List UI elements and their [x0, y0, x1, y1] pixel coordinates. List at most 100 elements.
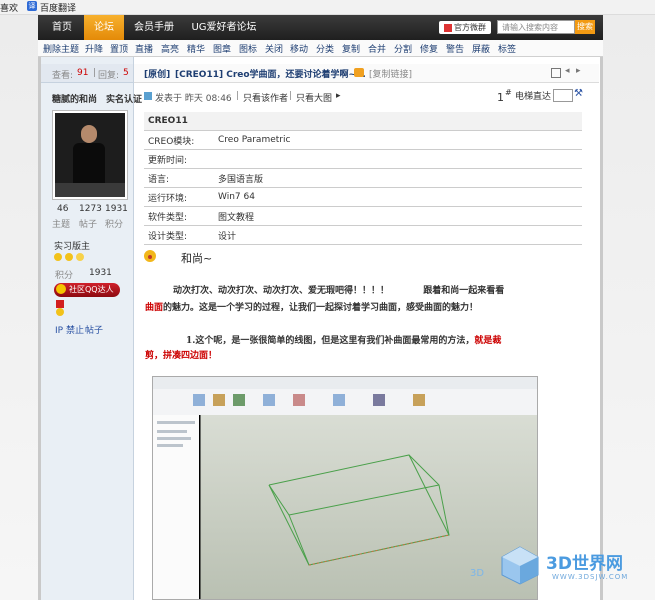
nav-home[interactable]: 首页: [44, 15, 80, 40]
large-image-link[interactable]: 只看大图: [296, 91, 332, 104]
table-label: 设计类型:: [144, 225, 214, 245]
stat-threads[interactable]: 46: [57, 204, 68, 214]
tool-delete-thread[interactable]: 删除主题: [43, 42, 79, 55]
qq-badge[interactable]: 社区QQ达人: [54, 283, 120, 297]
author-rank: 实习版主: [54, 242, 91, 252]
table-value: 多国语言版: [214, 168, 582, 188]
post-time: 发表于 昨天 08:46: [155, 94, 232, 104]
table-row: 更新时间:: [144, 149, 582, 169]
table-header-row: CREO11: [144, 112, 582, 131]
thread-title: [CREO11] Creo学曲面，还要讨论着学啊~1.: [175, 70, 366, 80]
views-count: 91: [77, 68, 89, 78]
watermark-logo: [500, 545, 540, 585]
thread-tag[interactable]: [原创]: [144, 67, 170, 80]
medal-icon: [56, 300, 64, 316]
step-line-a: 1.这个呢，是一张很简单的线图，但是这里有我们补曲面最常用的方法，: [186, 336, 475, 346]
chevron-right-icon: ▸: [336, 91, 341, 101]
creo-info-table: CREO11 CREO模块: Creo Parametric 更新时间: 语言:…: [144, 112, 582, 245]
bookmark-translate[interactable]: 百度翻译: [40, 1, 76, 14]
moderator-toolbar: 删除主题 升降 置顶 直播 高亮 精华 图章 图标 关闭 移动 分类 复制 合并…: [38, 40, 603, 57]
points-value: 1931: [89, 268, 112, 278]
tool-lift[interactable]: 升降: [85, 42, 103, 55]
thread-stats: 查看: 91 | 回复: 5: [41, 64, 133, 83]
tool-highlight[interactable]: 高亮: [161, 42, 179, 55]
stat-posts-label: 帖子: [79, 220, 98, 230]
search-input[interactable]: 请输入搜索内容: [497, 20, 575, 34]
tool-close[interactable]: 关闭: [265, 42, 283, 55]
tool-copy[interactable]: 复制: [342, 42, 360, 55]
intro-line-d: 的魅力。这是一个学习的过程，让我们一起探讨着学习曲面，感受曲面的魅力！: [163, 303, 479, 313]
posts-link[interactable]: 帖子: [85, 323, 103, 336]
tool-repair[interactable]: 修复: [420, 42, 438, 55]
star-icon: [76, 253, 85, 261]
only-author-link[interactable]: 只看该作者: [243, 91, 288, 104]
cad-viewport: [199, 415, 537, 599]
weibo-icon: [444, 23, 452, 32]
table-header: CREO11: [144, 112, 582, 131]
tool-split[interactable]: 分割: [394, 42, 412, 55]
qq-icon: [56, 284, 66, 294]
stat-threads-label: 主题: [52, 220, 71, 230]
floor-number: 1: [497, 91, 504, 104]
divider: |: [289, 91, 293, 101]
cad-screenshot[interactable]: [152, 376, 538, 600]
table-label: 运行环境:: [144, 187, 214, 207]
print-icon[interactable]: [551, 68, 561, 78]
table-row: 软件类型: 图文教程: [144, 206, 582, 226]
greeting-text: 和尚~: [181, 252, 213, 265]
ip-ban-link[interactable]: IP 禁止: [55, 323, 84, 336]
translate-icon: 译: [27, 1, 37, 11]
author-name[interactable]: 糖腻的和尚: [52, 92, 97, 105]
divider: |: [93, 68, 97, 78]
bookmark-bar: 喜欢 译 百度翻译: [0, 0, 655, 15]
thread-title-bar: [原创] [CREO11] Creo学曲面，还要讨论着学啊~1. [复制链接] …: [134, 64, 599, 83]
weibo-label: 官方微群: [454, 23, 486, 32]
nav-ug-forum[interactable]: UG爱好者论坛: [186, 15, 262, 40]
intro-paragraph: 动次打次、动次打次、动次打次、爱无瑕吧得！！！！ 跟着和尚一起来看看: [173, 283, 588, 300]
wrench-icon[interactable]: ⚒: [574, 88, 583, 99]
cad-ribbon: [153, 389, 537, 416]
sun-icon: [54, 253, 62, 261]
elevator-input[interactable]: [553, 89, 573, 102]
stat-posts[interactable]: 1273: [79, 204, 102, 214]
table-value: Creo Parametric: [214, 130, 582, 150]
post-icon: [144, 92, 152, 100]
avatar[interactable]: [53, 111, 127, 199]
nav-member-manual[interactable]: 会员手册: [130, 15, 178, 40]
tool-digest[interactable]: 精华: [187, 42, 205, 55]
tool-move[interactable]: 移动: [290, 42, 308, 55]
weibo-badge[interactable]: 官方微群: [439, 21, 491, 34]
tool-sticky[interactable]: 置顶: [110, 42, 128, 55]
views-label: 查看:: [52, 71, 74, 81]
table-label: 软件类型:: [144, 206, 214, 226]
page-gutter-left: [0, 15, 38, 600]
tool-tag[interactable]: 标签: [498, 42, 516, 55]
page-gutter-right: [603, 15, 655, 600]
intro-highlight: 曲面: [145, 303, 164, 313]
table-row: 语言: 多国语言版: [144, 168, 582, 188]
table-value: 设计: [214, 225, 582, 245]
tool-warn[interactable]: 警告: [446, 42, 464, 55]
watermark-url: WWW.3DSJW.COM: [552, 573, 629, 581]
step-highlight-b: 剪，拼凑四边面！: [145, 351, 218, 361]
tool-merge[interactable]: 合并: [368, 42, 386, 55]
sun-icon: [65, 253, 74, 261]
replies-count: 5: [123, 68, 129, 78]
nav-forum[interactable]: 论坛: [84, 15, 124, 40]
tool-block[interactable]: 屏蔽: [472, 42, 490, 55]
tool-icon[interactable]: 图标: [239, 42, 257, 55]
watermark-small: 3D: [470, 568, 485, 579]
tool-category[interactable]: 分类: [316, 42, 334, 55]
bookmark-item[interactable]: 喜欢: [0, 1, 18, 14]
search-button[interactable]: 搜索: [575, 20, 595, 34]
next-thread-icon[interactable]: ▸: [576, 66, 581, 76]
stat-points[interactable]: 1931: [105, 204, 128, 214]
floor-suffix: #: [505, 88, 512, 97]
copy-link[interactable]: [复制链接]: [369, 67, 412, 80]
replies-label: 回复:: [98, 71, 120, 81]
tool-live[interactable]: 直播: [135, 42, 153, 55]
search-placeholder: 请输入搜索内容: [502, 23, 558, 32]
emoji-icon: [144, 250, 156, 262]
prev-thread-icon[interactable]: ◂: [565, 66, 570, 76]
tool-stamp[interactable]: 图章: [213, 42, 231, 55]
